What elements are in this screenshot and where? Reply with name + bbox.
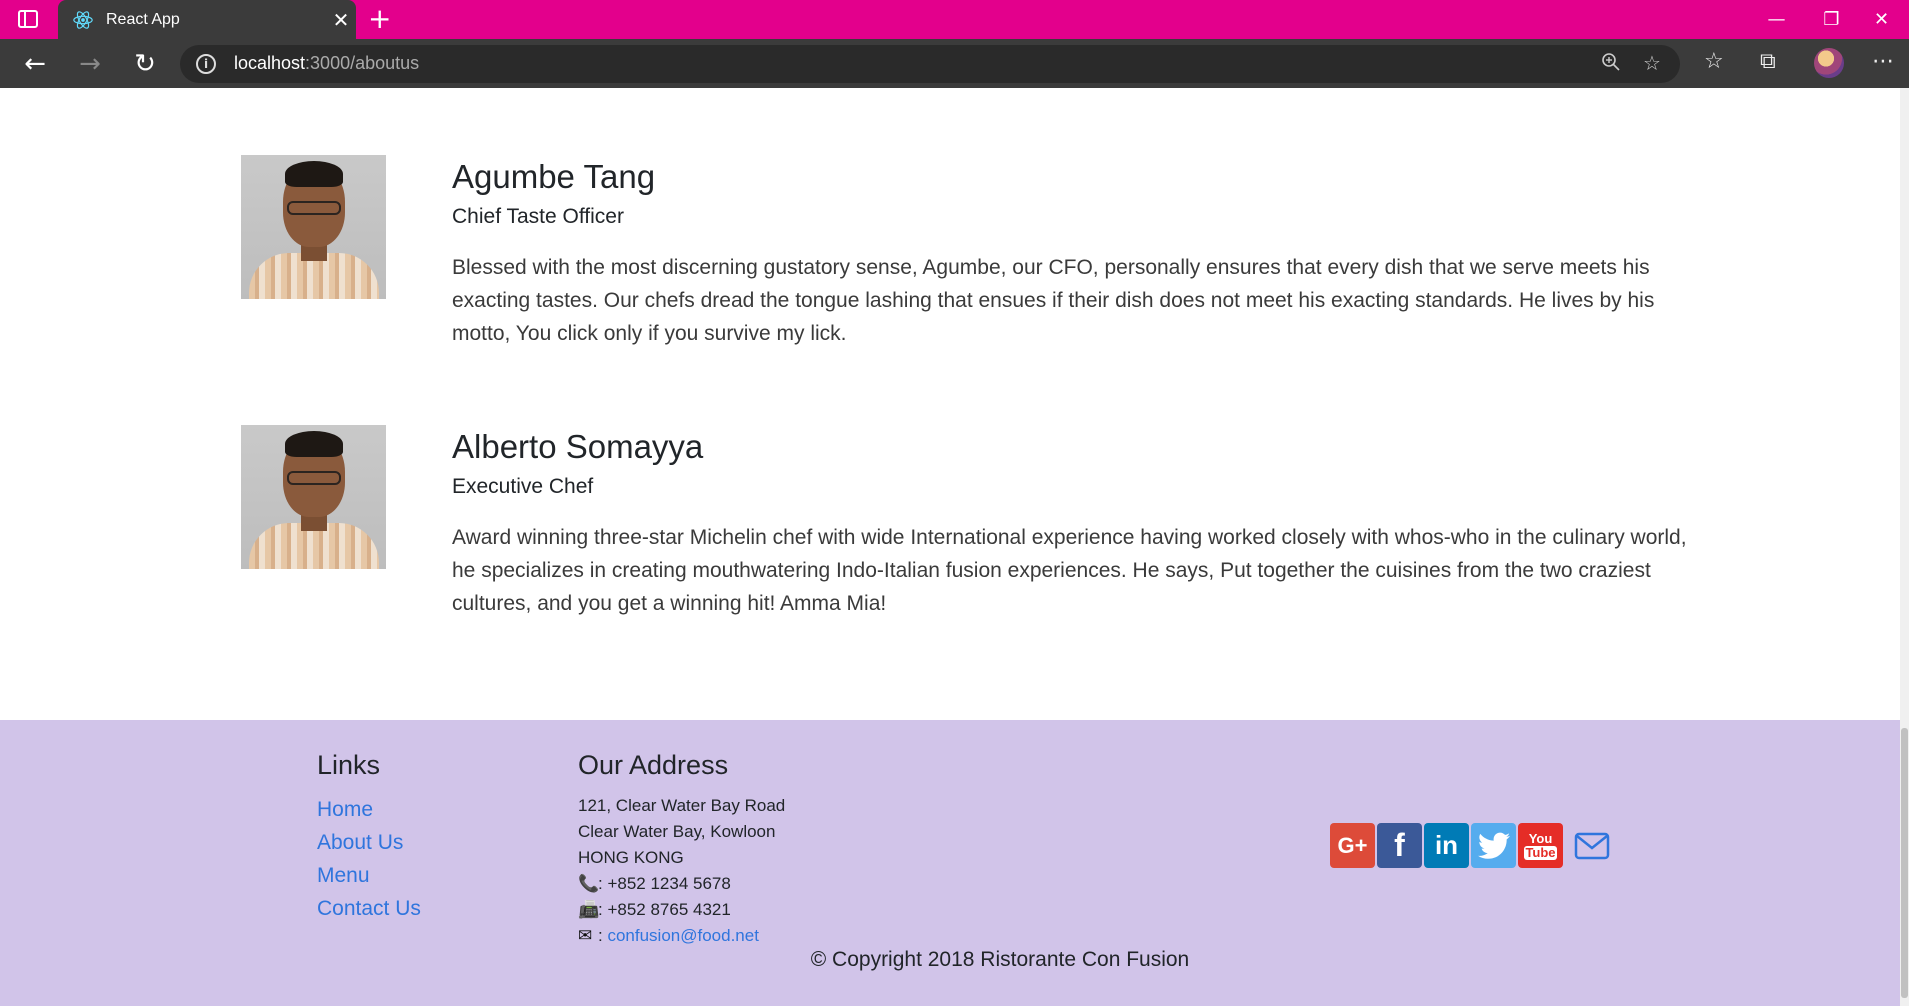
sidebar-toggle-icon[interactable] [18, 10, 38, 28]
address-line: 121, Clear Water Bay Road [578, 796, 786, 815]
url-path: :3000/aboutus [305, 53, 420, 73]
address-bar[interactable]: i localhost:3000/aboutus ☆ [180, 45, 1680, 83]
twitter-icon [1477, 832, 1510, 859]
address-heading: Our Address [578, 750, 729, 780]
envelope-icon: ✉ [578, 926, 593, 945]
linkedin-button[interactable]: in [1424, 823, 1469, 868]
leader-description: Award winning three-star Michelin chef w… [452, 526, 1687, 615]
restore-icon[interactable]: ❐ [1804, 0, 1859, 39]
address-block: 121, Clear Water Bay Road Clear Water Ba… [578, 793, 785, 949]
site-info-icon[interactable]: i [196, 54, 216, 74]
google-plus-button[interactable]: G+ [1330, 823, 1375, 868]
more-options-icon[interactable]: ⋯ [1872, 49, 1894, 74]
youtube-icon-top: You [1528, 830, 1553, 846]
react-logo-icon [73, 10, 93, 29]
email-line: ✉: confusion@food.net [578, 923, 785, 949]
leader-body: Agumbe Tang Chief Taste Officer Blessed … [452, 155, 1702, 350]
envelope-icon [1574, 832, 1610, 859]
leader-designation: Chief Taste Officer [452, 205, 624, 228]
phone-line: 📞: +852 1234 5678 [578, 871, 785, 897]
forward-icon[interactable]: → [75, 49, 105, 79]
copyright-notice: © Copyright 2018 Ristorante Con Fusion [0, 948, 1900, 972]
footer-links-list: Home About Us Menu Contact Us [317, 793, 421, 925]
new-tab-icon[interactable]: + [368, 4, 391, 34]
zoom-icon[interactable] [1600, 51, 1622, 78]
browser-titlebar: React App ✕ + — ❐ ✕ [0, 0, 1909, 39]
youtube-icon-bottom: Tube [1524, 844, 1557, 860]
footer-address: Our Address 121, Clear Water Bay Road Cl… [578, 750, 785, 949]
email-link[interactable]: confusion@food.net [607, 926, 758, 945]
youtube-button[interactable]: You Tube [1518, 823, 1563, 868]
fax-number: : +852 8765 4321 [598, 900, 731, 919]
url-text[interactable]: localhost:3000/aboutus [234, 53, 419, 74]
close-tab-icon[interactable]: ✕ [326, 8, 356, 32]
leader-body: Alberto Somayya Executive Chef Award win… [452, 425, 1702, 620]
social-buttons: G+ f in You Tube [1330, 823, 1615, 868]
favorites-icon[interactable]: ☆ [1704, 49, 1724, 74]
footer-link-contact-us[interactable]: Contact Us [317, 892, 421, 925]
leader-photo [241, 155, 386, 299]
tab-title: React App [106, 10, 180, 28]
phone-icon: 📞 [578, 874, 600, 893]
leader-designation: Executive Chef [452, 475, 594, 498]
profile-avatar[interactable] [1814, 48, 1844, 78]
add-favorite-icon[interactable]: ☆ [1643, 51, 1661, 75]
footer-link-menu[interactable]: Menu [317, 859, 421, 892]
browser-tab[interactable]: React App ✕ [58, 0, 356, 39]
leader-description: Blessed with the most discerning gustato… [452, 256, 1655, 345]
fax-line: 📠: +852 8765 4321 [578, 897, 785, 923]
back-icon[interactable]: ← [20, 49, 50, 79]
collections-icon[interactable]: ⧉ [1760, 49, 1776, 74]
page-scrollbar[interactable] [1900, 88, 1909, 1006]
page-content: Agumbe Tang Chief Taste Officer Blessed … [0, 88, 1900, 720]
scrollbar-thumb[interactable] [1901, 728, 1908, 998]
google-plus-icon: G+ [1337, 832, 1368, 858]
twitter-button[interactable] [1471, 823, 1516, 868]
facebook-button[interactable]: f [1377, 823, 1422, 868]
url-host: localhost [234, 53, 306, 73]
refresh-icon[interactable]: ↻ [130, 49, 160, 79]
close-window-icon[interactable]: ✕ [1854, 0, 1909, 39]
address-line: HONG KONG [578, 848, 684, 867]
leader-name: Agumbe Tang [452, 158, 656, 195]
browser-toolbar: ← → ↻ i localhost:3000/aboutus ☆ ☆ ⧉ ⋯ [0, 39, 1909, 88]
site-footer: Links Home About Us Menu Contact Us Our … [0, 720, 1900, 1006]
footer-link-home[interactable]: Home [317, 793, 421, 826]
footer-links: Links Home About Us Menu Contact Us [317, 750, 421, 925]
phone-number: : +852 1234 5678 [598, 874, 731, 893]
links-heading: Links [317, 750, 381, 780]
minimize-icon[interactable]: — [1749, 0, 1804, 39]
address-line: Clear Water Bay, Kowloon [578, 822, 776, 841]
leader-photo [241, 425, 386, 569]
fax-icon: 📠 [578, 900, 600, 919]
copyright-text: © Copyright 2018 Ristorante Con Fusion [810, 948, 1190, 971]
mail-button[interactable] [1569, 823, 1615, 868]
leader-name: Alberto Somayya [452, 428, 704, 465]
footer-link-about-us[interactable]: About Us [317, 826, 421, 859]
facebook-icon: f [1394, 827, 1405, 863]
linkedin-icon: in [1434, 830, 1459, 860]
